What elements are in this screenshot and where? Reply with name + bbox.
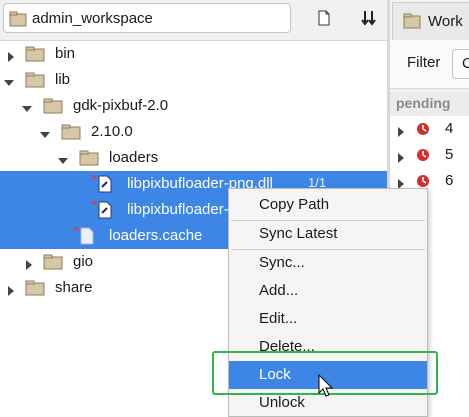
expand-arrow-icon[interactable] bbox=[396, 176, 406, 189]
tree-label: loaders.cache bbox=[109, 227, 203, 244]
sort-button[interactable] bbox=[357, 6, 381, 30]
changelist-number: 6 bbox=[445, 172, 454, 189]
filter-button[interactable]: C bbox=[452, 49, 469, 79]
new-file-button[interactable] bbox=[312, 6, 336, 30]
expand-arrow-icon[interactable] bbox=[396, 124, 406, 137]
folder-icon bbox=[61, 124, 81, 144]
workspace-selector[interactable]: admin_workspace bbox=[3, 3, 291, 33]
workspace-toolbar: admin_workspace bbox=[0, 0, 387, 41]
menu-item-edit[interactable]: Edit... bbox=[229, 305, 427, 333]
menu-item-label: Sync... bbox=[259, 254, 305, 271]
new-file-icon bbox=[312, 6, 336, 30]
tree-row-gdk-pixbuf[interactable]: gdk-pixbuf-2.0 bbox=[0, 93, 387, 119]
file-edit-icon bbox=[98, 201, 112, 223]
changelist-row[interactable]: 5 bbox=[390, 142, 469, 168]
file-icon bbox=[80, 227, 94, 249]
filter-label: Filter bbox=[407, 54, 441, 71]
menu-item-sync[interactable]: Sync... bbox=[229, 249, 427, 277]
menu-item-copy-path[interactable]: Copy Path bbox=[229, 191, 427, 219]
tree-label: gio bbox=[73, 253, 94, 270]
collapse-arrow-icon[interactable] bbox=[58, 153, 68, 164]
opened-marker: * bbox=[74, 224, 79, 238]
folder-icon bbox=[43, 98, 63, 118]
pending-clock-icon bbox=[416, 122, 430, 140]
tree-label: loaders bbox=[109, 149, 159, 166]
opened-marker: * bbox=[92, 172, 97, 186]
menu-item-label: Add... bbox=[259, 282, 299, 299]
workspace-name: admin_workspace bbox=[32, 10, 153, 27]
changelist-number: 4 bbox=[445, 120, 454, 137]
tree-label: 2.10.0 bbox=[91, 123, 133, 140]
tab-label: Work bbox=[428, 13, 463, 30]
collapse-arrow-icon[interactable] bbox=[22, 101, 32, 112]
tree-row-loaders[interactable]: loaders bbox=[0, 145, 387, 171]
collapse-arrow-icon[interactable] bbox=[40, 127, 50, 138]
tab-workspace[interactable]: Work bbox=[392, 2, 469, 40]
tree-row-bin[interactable]: bin bbox=[0, 41, 387, 67]
menu-item-label: Copy Path bbox=[259, 196, 330, 213]
folder-icon bbox=[25, 72, 45, 92]
pending-header-label: pending bbox=[396, 95, 451, 111]
pending-clock-icon bbox=[416, 148, 430, 166]
collapse-arrow-icon[interactable] bbox=[4, 75, 14, 86]
menu-item-add[interactable]: Add... bbox=[229, 277, 427, 305]
folder-icon bbox=[79, 150, 99, 170]
expand-arrow-icon[interactable] bbox=[24, 257, 34, 270]
file-edit-icon bbox=[98, 175, 112, 197]
workspace-icon bbox=[9, 10, 27, 32]
expand-arrow-icon[interactable] bbox=[6, 49, 16, 62]
menu-item-label: Sync Latest bbox=[259, 225, 338, 242]
opened-marker: * bbox=[92, 198, 97, 212]
mouse-cursor-icon bbox=[318, 373, 334, 402]
pending-column-header[interactable]: pending bbox=[390, 92, 469, 117]
tree-row-lib[interactable]: lib bbox=[0, 67, 387, 93]
sort-icon bbox=[357, 6, 381, 30]
expand-arrow-icon[interactable] bbox=[6, 283, 16, 296]
folder-icon bbox=[25, 280, 45, 300]
filter-bar: Filter C bbox=[390, 40, 469, 89]
filter-button-label: C bbox=[462, 55, 469, 72]
menu-item-label: Unlock bbox=[259, 394, 305, 411]
tree-label: share bbox=[55, 279, 93, 296]
folder-icon bbox=[43, 254, 63, 274]
folder-icon bbox=[25, 46, 45, 66]
changelist-number: 5 bbox=[445, 146, 454, 163]
changelist-row[interactable]: 4 bbox=[390, 116, 469, 142]
expand-arrow-icon[interactable] bbox=[396, 150, 406, 163]
tree-label: gdk-pixbuf-2.0 bbox=[73, 97, 169, 114]
tree-row-2-10-0[interactable]: 2.10.0 bbox=[0, 119, 387, 145]
menu-item-label: Edit... bbox=[259, 310, 298, 327]
tree-label: lib bbox=[55, 71, 71, 88]
tree-label: bin bbox=[55, 45, 76, 62]
menu-item-sync-latest[interactable]: Sync Latest bbox=[229, 220, 427, 248]
workspace-tab-icon bbox=[403, 13, 421, 33]
